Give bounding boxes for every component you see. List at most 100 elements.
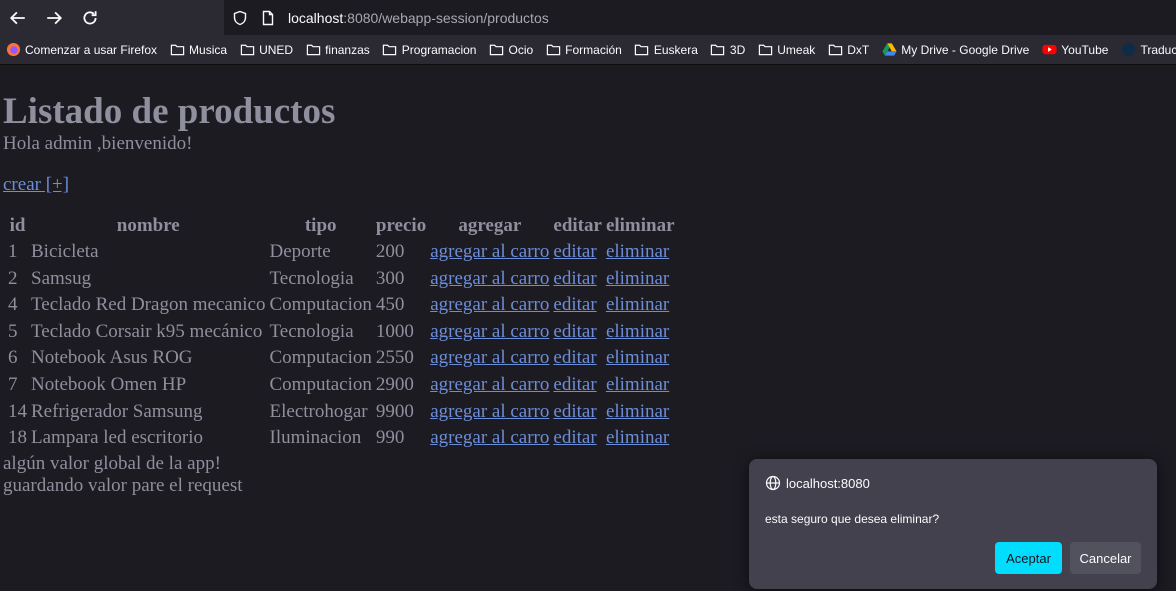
table-header-row: id nombre tipo precio agregar editar eli… — [7, 214, 676, 238]
bookmark-label: finanzas — [325, 42, 370, 57]
bookmark-item[interactable]: Euskera — [634, 42, 698, 58]
forward-button[interactable] — [36, 0, 72, 35]
add-to-cart-link[interactable]: agregar al carro — [430, 321, 549, 342]
table-row: 7 Notebook Omen HP Computacion 2900 agregar … — [7, 373, 676, 398]
add-to-cart-link-cell: agregar al carro — [429, 346, 550, 371]
cell-tipo: Tecnologia — [269, 267, 354, 289]
delete-link[interactable]: eliminar — [606, 401, 669, 422]
bookmark-item[interactable]: My Drive - Google Drive — [881, 42, 1029, 58]
bookmark-item[interactable]: Traductor d — [1120, 42, 1176, 58]
table-row: 1 Bicicleta Deporte 200 agregar al carro edit… — [7, 240, 676, 265]
accept-button[interactable]: Aceptar — [995, 542, 1062, 574]
cell-nombre: Notebook Asus ROG — [31, 347, 193, 369]
dialog-origin: localhost:8080 — [765, 475, 870, 491]
cancel-button[interactable]: Cancelar — [1070, 542, 1141, 574]
firefox-icon — [5, 42, 21, 58]
bookmark-item[interactable]: DxT — [827, 42, 869, 58]
bookmark-item[interactable]: finanzas — [305, 42, 370, 58]
cell-id: 5 — [8, 320, 18, 342]
delete-link[interactable]: eliminar — [606, 427, 669, 448]
edit-link[interactable]: editar — [553, 347, 596, 368]
add-to-cart-link-cell: agregar al carro — [429, 400, 550, 425]
edit-link[interactable]: editar — [553, 427, 596, 448]
cell-nombre: Teclado Corsair k95 mecánico — [31, 320, 263, 342]
delete-link[interactable]: eliminar — [606, 374, 669, 395]
delete-link-cell: eliminar — [605, 293, 676, 318]
delete-link[interactable]: eliminar — [606, 241, 669, 262]
arrow-left-icon — [9, 11, 25, 24]
add-to-cart-link[interactable]: agregar al carro — [430, 427, 549, 448]
cell-precio: 2900 — [375, 373, 414, 395]
add-to-cart-link-cell: agregar al carro — [429, 240, 550, 265]
bookmark-item[interactable]: Comenzar a usar Firefox — [5, 42, 157, 58]
delete-link[interactable]: eliminar — [606, 268, 669, 289]
cell-tipo: Computacion — [269, 347, 372, 369]
edit-link[interactable]: editar — [553, 401, 596, 422]
url-text[interactable]: localhost:8080/webapp-session/productos — [288, 10, 549, 26]
bookmark-item[interactable]: YouTube — [1041, 42, 1108, 58]
bookmark-item[interactable]: Programacion — [382, 42, 477, 58]
folder-icon — [305, 42, 321, 58]
table-row: 14 Refrigerador Samsung Electrohogar 9900 ag… — [7, 400, 676, 425]
bookmark-label: Programacion — [401, 42, 477, 57]
back-button[interactable] — [0, 0, 36, 35]
add-to-cart-link[interactable]: agregar al carro — [430, 294, 549, 315]
bookmark-label: Ocio — [508, 42, 534, 57]
folder-icon — [545, 42, 561, 58]
bookmark-item[interactable]: Ocio — [488, 42, 533, 58]
edit-link-cell: editar — [552, 373, 603, 398]
cell-id: 4 — [8, 294, 18, 316]
edit-link[interactable]: editar — [553, 374, 596, 395]
shield-icon[interactable] — [232, 10, 248, 26]
bookmark-label: Musica — [189, 42, 228, 57]
delete-link-cell: eliminar — [605, 267, 676, 292]
bookmark-item[interactable]: UNED — [239, 42, 293, 58]
globe-icon — [765, 475, 781, 491]
url-bar[interactable]: localhost:8080/webapp-session/productos — [224, 0, 1176, 35]
cell-id: 2 — [8, 267, 18, 289]
bookmark-item[interactable]: Musica — [169, 42, 227, 58]
cell-tipo: Iluminacion — [269, 427, 362, 449]
edit-link[interactable]: editar — [553, 321, 596, 342]
edit-link-cell: editar — [552, 240, 603, 265]
delete-link-cell: eliminar — [605, 426, 676, 451]
delete-link[interactable]: eliminar — [606, 347, 669, 368]
edit-link[interactable]: editar — [553, 268, 596, 289]
cell-nombre: Samsug — [31, 267, 92, 289]
bookmark-label: UNED — [259, 42, 294, 57]
cell-tipo: Deporte — [269, 241, 331, 262]
create-link[interactable]: crear [+] — [3, 174, 69, 196]
page-icon[interactable] — [260, 10, 276, 26]
cell-precio: 2550 — [375, 347, 414, 369]
cell-id: 14 — [8, 400, 27, 422]
cell-nombre: Lampara led escritorio — [31, 427, 203, 449]
reload-button[interactable] — [72, 0, 108, 35]
add-to-cart-link[interactable]: agregar al carro — [430, 347, 549, 368]
bookmark-label: 3D — [729, 42, 746, 57]
bookmark-item[interactable]: 3D — [710, 42, 745, 58]
add-to-cart-link-cell: agregar al carro — [429, 293, 550, 318]
header-id: id — [9, 215, 26, 236]
edit-link-cell: editar — [552, 346, 603, 371]
edit-link[interactable]: editar — [553, 294, 596, 315]
add-to-cart-link[interactable]: agregar al carro — [430, 401, 549, 422]
page-content: Listado de productos Hola admin ,bienven… — [0, 91, 1176, 497]
add-to-cart-link[interactable]: agregar al carro — [430, 268, 549, 289]
delete-link[interactable]: eliminar — [606, 321, 669, 342]
bookmark-label: Comenzar a usar Firefox — [25, 42, 158, 57]
reload-icon — [83, 10, 97, 24]
delete-link[interactable]: eliminar — [606, 294, 669, 315]
bookmark-item[interactable]: Formación — [545, 42, 622, 58]
delete-link-cell: eliminar — [605, 320, 676, 345]
dialog-message: esta seguro que desea eliminar? — [765, 512, 940, 526]
add-to-cart-link-cell: agregar al carro — [429, 373, 550, 398]
header-nombre: nombre — [116, 215, 180, 236]
add-to-cart-link[interactable]: agregar al carro — [430, 241, 549, 262]
add-to-cart-link[interactable]: agregar al carro — [430, 374, 549, 395]
folder-icon — [239, 42, 255, 58]
bookmark-label: DxT — [847, 42, 870, 57]
bookmark-item[interactable]: Umeak — [757, 42, 815, 58]
edit-link[interactable]: editar — [553, 241, 596, 262]
translator-icon — [1120, 42, 1136, 58]
edit-link-cell: editar — [552, 400, 603, 425]
